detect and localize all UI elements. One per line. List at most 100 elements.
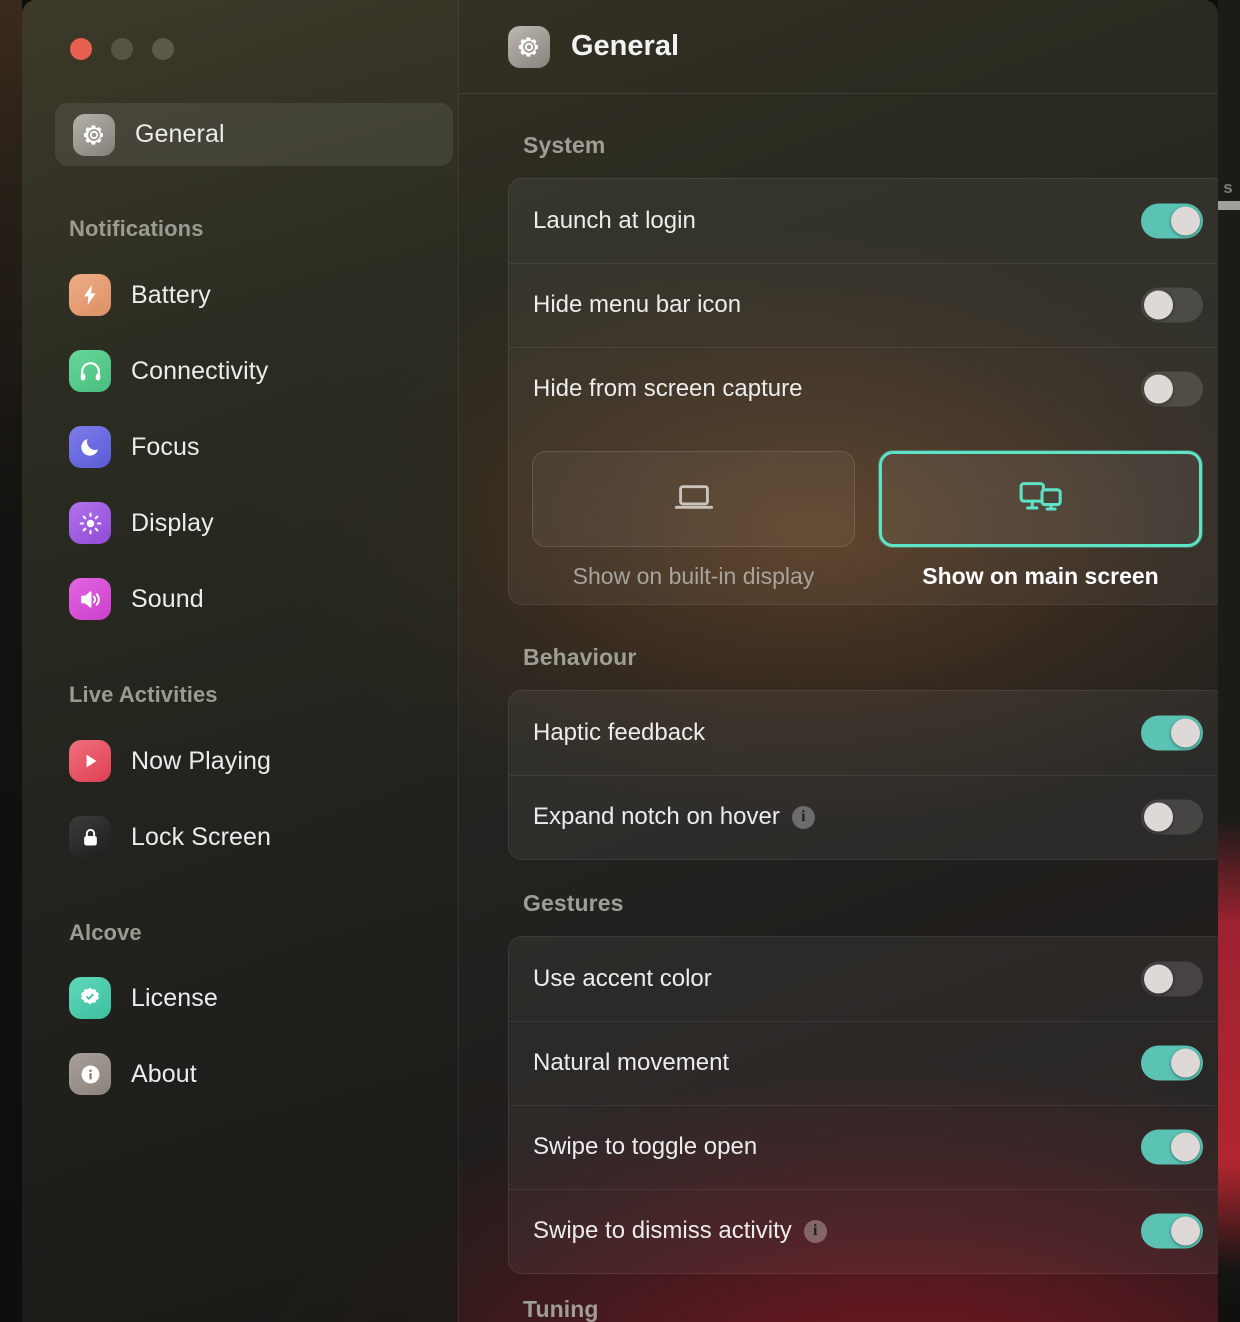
sidebar-item-focus[interactable]: Focus: [69, 424, 439, 470]
section-header-gestures: Gestures: [523, 890, 624, 916]
sidebar: General Notifications Battery Connectivi…: [22, 0, 458, 1322]
minimize-window-button[interactable]: [111, 38, 133, 60]
displays-icon: [1017, 475, 1065, 524]
info-icon[interactable]: i: [791, 805, 815, 829]
lock-icon: [69, 816, 111, 858]
setting-label: Expand notch on hover i: [533, 803, 815, 831]
setting-label: Swipe to toggle open: [533, 1133, 758, 1160]
sidebar-item-general[interactable]: General: [55, 103, 453, 166]
toggle-knob: [1144, 374, 1173, 404]
sidebar-item-battery[interactable]: Battery: [69, 272, 439, 318]
toggle-knob: [1171, 1132, 1200, 1162]
option-box[interactable]: [532, 451, 855, 547]
hide-menu-bar-icon-toggle[interactable]: [1141, 287, 1203, 323]
settings-scroll-area[interactable]: System Launch at login Hide menu bar ico…: [459, 94, 1218, 1322]
show-on-main-screen-option[interactable]: Show on main screen: [879, 451, 1202, 590]
sidebar-item-label: Lock Screen: [131, 822, 272, 851]
gear-icon: [73, 113, 115, 156]
option-box[interactable]: [879, 451, 1202, 547]
option-label: Show on built-in display: [572, 563, 815, 589]
desktop-background-glyph: s: [1223, 178, 1233, 197]
sidebar-item-label: Connectivity: [131, 356, 269, 385]
table-row[interactable]: Hide menu bar icon: [509, 263, 1218, 347]
toggle-knob: [1171, 1216, 1200, 1246]
section-header-behaviour: Behaviour: [523, 644, 637, 670]
behaviour-settings-card: Haptic feedback Expand notch on hover i: [508, 690, 1218, 860]
option-label: Show on main screen: [922, 563, 1159, 589]
desktop-background-bar: [1218, 201, 1240, 210]
toggle-knob: [1144, 964, 1173, 994]
setting-label: Natural movement: [533, 1049, 730, 1076]
sidebar-item-label: Battery: [131, 280, 211, 309]
expand-notch-on-hover-toggle[interactable]: [1141, 799, 1203, 835]
section-header-tuning: Tuning: [523, 1296, 599, 1322]
desktop-right-strip: [1218, 0, 1240, 1322]
toggle-knob: [1171, 1048, 1200, 1078]
table-row[interactable]: Hide from screen capture: [509, 347, 1218, 431]
sidebar-item-label: Now Playing: [131, 746, 272, 775]
table-row[interactable]: Launch at login: [509, 179, 1218, 263]
toggle-knob: [1144, 290, 1173, 320]
table-row[interactable]: Swipe to toggle open: [509, 1105, 1218, 1189]
seal-check-icon: [69, 977, 111, 1019]
sidebar-item-connectivity[interactable]: Connectivity: [69, 348, 439, 394]
battery-bolt-icon: [69, 274, 111, 316]
gestures-settings-card: Use accent color Natural movement Swipe …: [508, 936, 1218, 1274]
content-pane: General System Launch at login Hide menu…: [459, 0, 1218, 1322]
table-row[interactable]: Haptic feedback: [509, 691, 1218, 775]
show-on-builtin-display-option[interactable]: Show on built-in display: [532, 451, 855, 590]
setting-label: Haptic feedback: [533, 719, 706, 746]
section-header-system: System: [523, 132, 606, 158]
page-title: General: [571, 30, 679, 62]
toggle-knob: [1171, 718, 1200, 748]
close-window-button[interactable]: [70, 38, 92, 60]
sidebar-item-now-playing[interactable]: Now Playing: [69, 738, 439, 784]
setting-label-text: Expand notch on hover: [533, 803, 780, 830]
table-row[interactable]: Use accent color: [509, 937, 1218, 1021]
sidebar-group-header-notifications: Notifications: [69, 216, 204, 241]
info-circle-icon: [69, 1053, 111, 1095]
sidebar-item-label: License: [131, 983, 218, 1012]
brightness-icon: [69, 502, 111, 544]
sidebar-item-label: Display: [131, 508, 214, 537]
toggle-knob: [1144, 802, 1173, 832]
setting-label-text: Swipe to dismiss activity: [533, 1217, 792, 1244]
hide-from-screen-capture-toggle[interactable]: [1141, 371, 1203, 407]
sidebar-item-about[interactable]: About: [69, 1051, 439, 1097]
sidebar-item-label: About: [131, 1059, 197, 1088]
swipe-to-dismiss-activity-toggle[interactable]: [1141, 1213, 1203, 1249]
maximize-window-button[interactable]: [152, 38, 174, 60]
sidebar-item-display[interactable]: Display: [69, 500, 439, 546]
play-circle-icon: [69, 740, 111, 782]
table-row[interactable]: Natural movement: [509, 1021, 1218, 1105]
table-row[interactable]: Expand notch on hover i: [509, 775, 1218, 859]
table-row[interactable]: Swipe to dismiss activity i: [509, 1189, 1218, 1273]
haptic-feedback-toggle[interactable]: [1141, 715, 1203, 751]
info-icon[interactable]: i: [803, 1219, 827, 1243]
launch-at-login-toggle[interactable]: [1141, 203, 1203, 239]
setting-label: Use accent color: [533, 965, 712, 992]
laptop-icon: [671, 474, 717, 525]
gear-icon: [508, 25, 550, 68]
display-target-picker: Show on built-in display Show on main sc…: [509, 431, 1218, 604]
sidebar-group-header-alcove: Alcove: [69, 920, 142, 945]
desktop-left-strip: [0, 0, 22, 1322]
settings-window: General Notifications Battery Connectivi…: [22, 0, 1218, 1322]
speaker-wave-icon: [69, 578, 111, 620]
toggle-knob: [1171, 206, 1200, 236]
system-settings-card: Launch at login Hide menu bar icon Hide …: [508, 178, 1218, 605]
window-traffic-lights: [70, 38, 174, 60]
setting-label: Launch at login: [533, 207, 696, 234]
content-titlebar: General: [459, 0, 1218, 93]
natural-movement-toggle[interactable]: [1141, 1045, 1203, 1081]
sidebar-item-lock-screen[interactable]: Lock Screen: [69, 814, 439, 860]
sidebar-item-sound[interactable]: Sound: [69, 576, 439, 622]
setting-label: Hide from screen capture: [533, 375, 803, 402]
setting-label: Hide menu bar icon: [533, 291, 742, 318]
sidebar-item-license[interactable]: License: [69, 975, 439, 1021]
headphones-icon: [69, 350, 111, 392]
use-accent-color-toggle[interactable]: [1141, 961, 1203, 997]
sidebar-item-label: Focus: [131, 432, 200, 461]
swipe-to-toggle-open-toggle[interactable]: [1141, 1129, 1203, 1165]
setting-label: Swipe to dismiss activity i: [533, 1217, 827, 1245]
